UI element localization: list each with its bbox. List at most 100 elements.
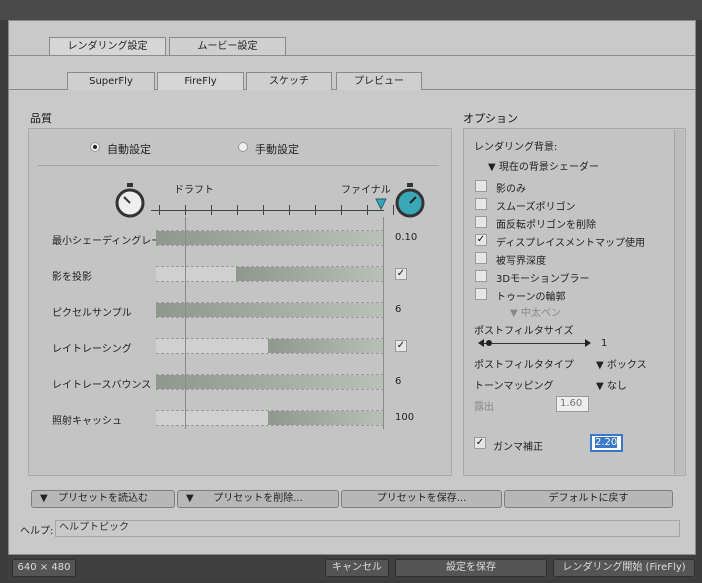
gamma-input[interactable]: 2.20 — [590, 434, 623, 452]
dropdown-arrow-icon: ▼ — [40, 493, 48, 504]
delete-preset-button[interactable]: ▼ プリセットを削除... — [177, 490, 339, 508]
postfilter-size-label: ポストフィルタサイズ — [474, 326, 574, 337]
postfilter-type-dropdown[interactable]: ▼ ボックス — [596, 356, 647, 371]
final-guide-line — [383, 217, 384, 429]
slider-tick — [341, 205, 342, 215]
quality-row-value: 0.10 — [395, 232, 418, 243]
quality-title: 品質 — [30, 112, 52, 125]
option-checkbox[interactable] — [475, 198, 487, 210]
auto-label: 自動設定 — [107, 143, 151, 156]
tonemap-label: トーンマッピング — [474, 381, 554, 392]
slider-left-arrow-icon — [478, 339, 492, 347]
cancel-button[interactable]: キャンセル — [325, 559, 389, 577]
tab-render-settings[interactable]: レンダリング設定 — [49, 37, 166, 55]
slider-right-arrow-icon — [585, 339, 591, 347]
quality-row-bar[interactable] — [156, 302, 384, 318]
option-label: ディスプレイスメントマップ使用 — [496, 238, 645, 249]
render-bg-dropdown[interactable]: ▼ 現在の背景シェーダー — [488, 158, 599, 173]
options-title: オプション — [463, 112, 518, 125]
option-label: 3Dモーションブラー — [496, 274, 590, 285]
quality-row-bar-fill — [156, 231, 384, 245]
option-label: 被写界深度 — [496, 256, 546, 267]
quality-row-bar[interactable] — [156, 266, 384, 282]
quality-row-value: 100 — [395, 412, 415, 423]
quality-row-bar-fill — [267, 339, 384, 353]
tab-superfly[interactable]: SuperFly — [67, 72, 155, 90]
quality-row-label: レイトレースバウンス — [52, 380, 152, 391]
help-label: ヘルプ: — [20, 526, 54, 537]
dropdown-arrow-icon: ▼ — [596, 381, 607, 392]
quality-separator — [38, 165, 439, 166]
option-checkbox[interactable] — [475, 180, 487, 192]
draft-label: ドラフト — [174, 185, 214, 196]
slider-tick — [159, 205, 160, 215]
tab-divider — [8, 55, 695, 56]
render-bg-label: レンダリング背景: — [474, 142, 558, 153]
save-preset-button[interactable]: プリセットを保存... — [341, 490, 502, 508]
pen-dropdown: ▼ 中太ペン — [510, 308, 561, 319]
options-scrollbar[interactable] — [674, 130, 684, 474]
option-checkbox[interactable] — [475, 216, 487, 228]
manual-label: 手動設定 — [255, 143, 299, 156]
load-preset-button[interactable]: ▼ プリセットを読込む — [31, 490, 175, 508]
slider-tick — [367, 205, 368, 215]
option-checkbox[interactable] — [475, 270, 487, 282]
tab-preview[interactable]: プレビュー — [336, 72, 422, 90]
quality-row-bar-fill — [156, 375, 384, 389]
quality-row-bar[interactable] — [156, 230, 384, 246]
option-checkbox[interactable] — [475, 288, 487, 300]
quality-row-label: 最小シェーディングレート — [52, 236, 172, 247]
save-settings-button[interactable]: 設定を保存 — [395, 559, 547, 577]
quality-slider-thumb[interactable] — [375, 198, 387, 210]
option-label: トゥーンの輪郭 — [496, 292, 566, 303]
slider-tick — [393, 205, 394, 215]
postfilter-type-label: ポストフィルタタイプ — [474, 360, 574, 371]
quality-row-bar[interactable] — [156, 338, 384, 354]
slider-tick — [185, 205, 186, 215]
final-stopwatch-icon — [395, 183, 425, 218]
quality-row-value: 6 — [395, 376, 402, 387]
reset-default-button[interactable]: デフォルトに戻す — [504, 490, 673, 508]
manual-radio[interactable] — [238, 142, 248, 152]
quality-row-label: レイトレーシング — [52, 344, 132, 355]
option-label: 面反転ポリゴンを削除 — [496, 220, 596, 231]
option-checkbox[interactable]: ✓ — [475, 234, 487, 246]
dropdown-arrow-icon: ▼ — [510, 308, 521, 319]
gamma-label: ガンマ補正 — [493, 442, 543, 453]
start-render-button[interactable]: レンダリング開始 (FireFly) — [553, 559, 695, 577]
quality-row-bar[interactable] — [156, 410, 384, 426]
window-top-strip — [0, 0, 702, 20]
option-label: 影のみ — [496, 184, 526, 195]
help-field: ヘルプトピック — [55, 520, 680, 537]
quality-row-label: 影を投影 — [52, 272, 92, 283]
quality-row-label: 照射キャッシュ — [52, 416, 122, 427]
tonemap-dropdown[interactable]: ▼ なし — [596, 377, 627, 392]
auto-radio[interactable] — [90, 142, 100, 152]
draft-guide-line — [185, 217, 186, 429]
dropdown-arrow-icon: ▼ — [596, 360, 607, 371]
postfilter-size-slider[interactable] — [483, 343, 587, 344]
tab-firefly[interactable]: FireFly — [157, 72, 244, 90]
quality-row-label: ピクセルサンプル — [52, 308, 132, 319]
dropdown-arrow-icon: ▼ — [186, 493, 194, 504]
tab-movie-settings[interactable]: ムービー設定 — [169, 37, 286, 55]
quality-row-bar-fill — [156, 303, 384, 317]
quality-row-value: 6 — [395, 304, 402, 315]
exposure-label: 露出 — [474, 402, 494, 413]
dropdown-arrow-icon: ▼ — [488, 162, 499, 173]
size-display: 640 × 480 — [12, 559, 76, 577]
quality-row-checkbox[interactable]: ✓ — [395, 268, 407, 280]
draft-stopwatch-icon — [115, 183, 145, 218]
option-checkbox[interactable] — [475, 252, 487, 264]
slider-tick — [315, 205, 316, 215]
exposure-input[interactable]: 1.60 — [556, 396, 589, 412]
slider-tick — [289, 205, 290, 215]
postfilter-size-value: 1 — [601, 338, 608, 349]
slider-tick — [211, 205, 212, 215]
gamma-checkbox[interactable]: ✓ — [474, 437, 486, 449]
slider-tick — [237, 205, 238, 215]
quality-row-bar[interactable] — [156, 374, 384, 390]
quality-row-checkbox[interactable]: ✓ — [395, 340, 407, 352]
final-label: ファイナル — [341, 185, 391, 196]
tab-sketch[interactable]: スケッチ — [246, 72, 332, 90]
